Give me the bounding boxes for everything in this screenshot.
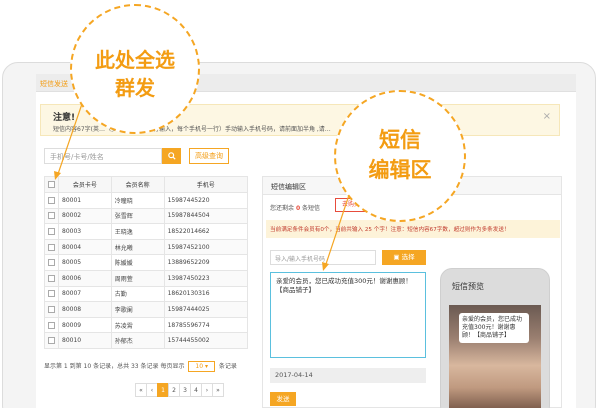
table-row[interactable]: 80007 古勤 18620130316	[44, 285, 249, 303]
folder-icon: ▣	[393, 253, 400, 261]
row-checkbox[interactable]	[44, 269, 59, 287]
select-button[interactable]: ▣ 选择	[382, 250, 426, 265]
phone-cell: 15744455002	[163, 332, 249, 349]
notice-text: 短信内容67字(英…（多个手机号码换行输入，每个手机号一行）手动输入手机号码，请…	[53, 126, 331, 133]
name-cell: 张雪辉	[110, 207, 165, 225]
card-cell: 80003	[58, 223, 112, 240]
phone-screen: 亲爱的会员，您已成功充值300元！谢谢惠顾！【商品铺子】	[449, 305, 541, 408]
callout-left-line2: 群发	[115, 76, 155, 100]
pagination-info: 显示第 1 到第 10 条记录，总共 33 条记录 每页显示 10 ▾ 条记录	[44, 361, 237, 372]
table-row[interactable]: 80003 王晓逸 18522014662	[44, 223, 249, 240]
row-checkbox[interactable]	[44, 316, 59, 334]
preview-title: 短信预览	[452, 282, 484, 291]
phone-cell: 15987844504	[163, 207, 249, 225]
sms-textarea[interactable]: 亲爱的会员，您已成功充值300元！谢谢惠顾！【商品铺子】	[270, 272, 426, 358]
phone-cell: 13889652209	[163, 254, 249, 271]
table-row[interactable]: 80005 陈媛媛 13889652209	[44, 254, 249, 271]
table-row[interactable]: 80001 冷瞳晓 15987445220	[44, 192, 249, 209]
callout-sms-editor: 短信 编辑区	[334, 90, 466, 222]
card-cell: 80007	[58, 285, 112, 303]
select-label: 选择	[401, 253, 415, 261]
column-header-card: 会员卡号	[58, 176, 112, 193]
select-all-checkbox[interactable]	[44, 176, 59, 193]
notice-title: 注意!	[53, 113, 76, 123]
phone-number-input[interactable]: 导入/输入手机号码	[270, 250, 376, 265]
page-size-select[interactable]: 10 ▾	[188, 361, 215, 372]
phone-cell: 15987452100	[163, 238, 249, 256]
remaining-suffix: 条短信	[302, 205, 321, 212]
row-checkbox[interactable]	[44, 223, 59, 240]
phone-cell: 18785596774	[163, 316, 249, 334]
send-date-field[interactable]: 2017-04-14	[270, 368, 426, 383]
card-cell: 80006	[58, 269, 112, 287]
card-cell: 80004	[58, 238, 112, 256]
column-header-phone: 手机号	[163, 176, 249, 193]
search-icon	[167, 151, 176, 160]
callout-left-line1: 此处全选	[95, 48, 175, 72]
table-row[interactable]: 80008 李歌阑 15987444025	[44, 301, 249, 318]
name-cell: 孙郁杰	[110, 332, 165, 349]
callout-right-line1: 短信	[379, 128, 421, 152]
row-checkbox[interactable]	[44, 332, 59, 349]
name-cell: 周雨萱	[110, 269, 165, 287]
close-icon[interactable]: ×	[543, 111, 551, 122]
row-checkbox[interactable]	[44, 301, 59, 318]
tab-sms-send[interactable]: 短信发送	[40, 79, 68, 89]
page-size-value: 10	[195, 363, 204, 370]
warning-banner: 当前满足条件会员有0个，当前共输入 25 个字！注意：短信内容67字数，超过则作…	[266, 220, 560, 238]
search-button[interactable]	[162, 148, 181, 164]
send-button[interactable]: 发送	[270, 392, 296, 406]
row-checkbox[interactable]	[44, 192, 59, 209]
card-cell: 80001	[58, 192, 112, 209]
member-table: 会员卡号 会员名称 手机号 80001 冷瞳晓 15987445220 80002 张…	[44, 176, 249, 349]
card-cell: 80008	[58, 301, 112, 318]
name-cell: 冷瞳晓	[110, 192, 165, 209]
name-cell: 古勤	[110, 285, 165, 303]
caret-down-icon: ▾	[204, 363, 208, 370]
pagination: « ‹ 1 2 3 4 › »	[135, 383, 224, 397]
name-cell: 陈媛媛	[110, 254, 165, 271]
preview-bubble: 亲爱的会员，您已成功充值300元！谢谢惠顾！【商品铺子】	[459, 313, 529, 343]
row-checkbox[interactable]	[44, 207, 59, 225]
table-row[interactable]: 80004 林允曦 15987452100	[44, 238, 249, 256]
pagination-info-suffix: 条记录	[218, 363, 237, 370]
panel-title: 短信编辑区	[271, 183, 306, 191]
pagination-info-text: 显示第 1 到第 10 条记录，总共 33 条记录 每页显示	[44, 363, 185, 370]
phone-cell: 18522014662	[163, 223, 249, 240]
row-checkbox[interactable]	[44, 238, 59, 256]
phone-cell: 13987450223	[163, 269, 249, 287]
sms-preview-phone: 短信预览 亲爱的会员，您已成功充值300元！谢谢惠顾！【商品铺子】	[440, 268, 550, 408]
name-cell: 苏凌霄	[110, 316, 165, 334]
row-checkbox[interactable]	[44, 285, 59, 303]
remaining-sms: 您还剩余 0 条短信	[270, 203, 320, 212]
phone-cell: 18620130316	[163, 285, 249, 303]
phone-cell: 15987444025	[163, 301, 249, 318]
page-last[interactable]: »	[212, 383, 224, 397]
table-row[interactable]: 80009 苏凌霄 18785596774	[44, 316, 249, 334]
table-row[interactable]: 80006 周雨萱 13987450223	[44, 269, 249, 287]
card-cell: 80010	[58, 332, 112, 349]
row-checkbox[interactable]	[44, 254, 59, 271]
table-row[interactable]: 80002 张雪辉 15987844504	[44, 207, 249, 225]
search-input[interactable]: 手机号/卡号/姓名	[44, 148, 162, 164]
remaining-count: 0	[295, 205, 301, 212]
card-cell: 80002	[58, 207, 112, 225]
callout-right-line2: 编辑区	[368, 158, 432, 182]
advanced-query-button[interactable]: 高级查询	[189, 148, 229, 164]
name-cell: 林允曦	[110, 238, 165, 256]
table-row[interactable]: 80010 孙郁杰 15744455002	[44, 332, 249, 349]
name-cell: 王晓逸	[110, 223, 165, 240]
phone-cell: 15987445220	[163, 192, 249, 209]
table-header-row: 会员卡号 会员名称 手机号	[44, 176, 249, 193]
card-cell: 80005	[58, 254, 112, 271]
column-header-name: 会员名称	[110, 176, 165, 193]
callout-select-all: 此处全选 群发	[70, 4, 200, 134]
card-cell: 80009	[58, 316, 112, 334]
name-cell: 李歌阑	[110, 301, 165, 318]
remaining-prefix: 您还剩余	[270, 205, 295, 212]
